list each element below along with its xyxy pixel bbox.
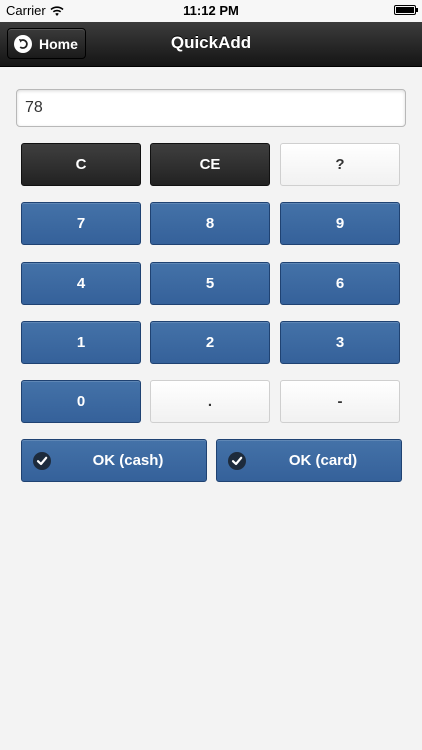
digit-3-button[interactable]: 3 xyxy=(280,321,400,364)
digit-8-button[interactable]: 8 xyxy=(150,202,270,245)
digit-1-button[interactable]: 1 xyxy=(21,321,141,364)
digit-4-button[interactable]: 4 xyxy=(21,262,141,305)
navigation-bar: Home QuickAdd xyxy=(0,22,422,67)
ok-cash-label: OK (cash) xyxy=(92,452,164,469)
page-title: QuickAdd xyxy=(170,33,252,52)
digit-5-button[interactable]: 5 xyxy=(150,262,270,305)
ok-card-button[interactable]: OK (card) xyxy=(216,439,402,482)
digit-9-button[interactable]: 9 xyxy=(280,202,400,245)
decimal-point-button[interactable]: . xyxy=(150,380,270,423)
digit-6-button[interactable]: 6 xyxy=(280,262,400,305)
ok-card-label: OK (card) xyxy=(288,452,358,469)
ok-cash-button[interactable]: OK (cash) xyxy=(21,439,207,482)
digit-2-button[interactable]: 2 xyxy=(150,321,270,364)
digit-0-button[interactable]: 0 xyxy=(21,380,141,423)
help-button[interactable]: ? xyxy=(280,143,400,186)
check-icon xyxy=(228,452,246,470)
check-icon xyxy=(33,452,51,470)
clear-button[interactable]: C xyxy=(21,143,141,186)
minus-button[interactable]: - xyxy=(280,380,400,423)
status-bar: Carrier 11:12 PM xyxy=(0,0,422,22)
amount-display-field[interactable] xyxy=(16,89,406,127)
status-time: 11:12 PM xyxy=(183,3,239,18)
battery-icon xyxy=(394,5,418,15)
clear-entry-button[interactable]: CE xyxy=(150,143,270,186)
digit-7-button[interactable]: 7 xyxy=(21,202,141,245)
